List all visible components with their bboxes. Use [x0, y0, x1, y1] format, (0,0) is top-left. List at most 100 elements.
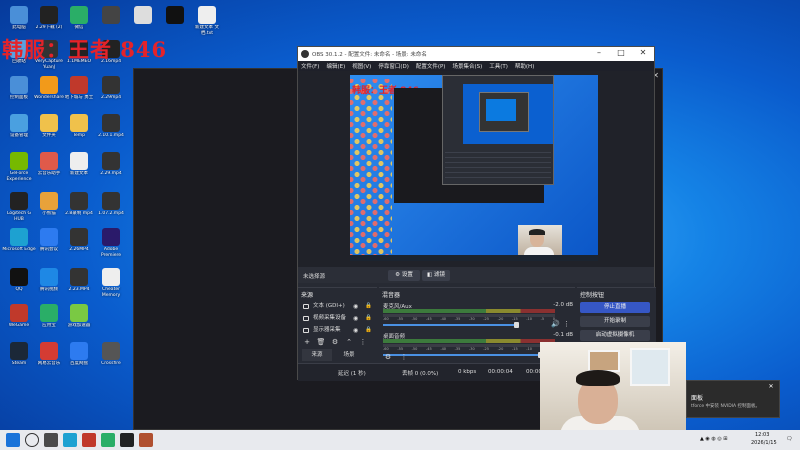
notification-toast[interactable]: ✕ 面板 tforce 中安装 NVIDIA 控制面板。 [686, 380, 780, 418]
windows-start-icon[interactable] [6, 433, 20, 447]
desktop-icon-label: 2.29mp4 [100, 95, 122, 100]
add-source-icon[interactable]: + [302, 337, 312, 347]
close-icon[interactable]: ✕ [636, 48, 650, 57]
more-icon[interactable]: ⋮ [358, 337, 368, 347]
desktop-icon[interactable]: 百度网盘 [64, 340, 94, 374]
app-icon[interactable] [139, 433, 153, 447]
source-item[interactable]: 视频采集设备 ◉ 🔒 [301, 313, 373, 324]
desktop-icon[interactable]: 1.07.2.mp4 [96, 190, 126, 224]
desktop-icon[interactable]: 2.29mp4 [96, 74, 126, 108]
lock-icon[interactable]: 🔒 [365, 301, 372, 312]
tray-icons[interactable]: ▲ ◉ ◍ ◎ ⊞ [700, 436, 727, 442]
gear-icon[interactable]: ⚙ [383, 352, 393, 362]
filters-button[interactable]: ◧ 滤镜 [422, 270, 450, 281]
desktop-icon[interactable]: Temp [64, 112, 94, 146]
control-button[interactable]: 开始录制 [580, 316, 650, 327]
menu-item[interactable]: 帮助(H) [515, 62, 534, 70]
app-icon [102, 76, 120, 94]
tab-scenes[interactable]: 场景 [334, 349, 364, 361]
desktop-icon[interactable]: Microsoft Edge [2, 226, 36, 260]
desktop-icon[interactable]: 控制面板 [4, 74, 34, 108]
menu-item[interactable]: 配置文件(P) [416, 62, 446, 70]
trash-icon[interactable]: 🗑 [316, 337, 326, 347]
desktop-icon[interactable]: 新建文本 [64, 150, 94, 184]
desktop-icon[interactable]: WeGame [4, 302, 34, 336]
app-icon [10, 342, 28, 360]
desktop-icon[interactable]: 文件夹 [34, 112, 64, 146]
eye-icon[interactable]: ◉ [353, 313, 358, 324]
desktop-icon[interactable]: 2.10.1.mp4 [96, 112, 126, 146]
tab-sources[interactable]: 来源 [302, 349, 332, 361]
search-icon[interactable] [25, 433, 39, 447]
desktop-icon-label: 应用宝 [42, 323, 56, 328]
eye-icon[interactable]: ◉ [353, 325, 358, 336]
desktop-icon[interactable] [160, 4, 190, 38]
properties-button[interactable]: ⚙ 设置 [388, 270, 420, 281]
more-icon[interactable]: ⋮ [399, 352, 409, 362]
eye-icon[interactable]: ◉ [353, 301, 358, 312]
app-icon [102, 114, 120, 132]
speaker-icon[interactable]: 🔊 [551, 320, 560, 328]
desktop-icon[interactable]: 网易云音乐 [34, 340, 64, 374]
desktop-icon[interactable]: 新建文本 文档.txt [192, 4, 222, 38]
desktop-icon[interactable]: Crossfire [96, 340, 126, 374]
obs-titlebar[interactable]: OBS 30.1.2 - 配置文件: 未命名 - 场景: 未命名 – □ ✕ [298, 47, 654, 61]
desktop-icon[interactable]: 2.23.MP4 [64, 266, 94, 300]
desktop-icon-label: 2.23.MP4 [68, 287, 90, 292]
menu-item[interactable]: 文件(F) [301, 62, 319, 70]
desktop-icon[interactable]: 游戏加速器 [64, 302, 94, 336]
desktop-icon[interactable]: QQ [4, 266, 34, 300]
obs-taskbar-icon[interactable] [120, 433, 134, 447]
lock-icon[interactable]: 🔒 [365, 313, 372, 324]
chevron-up-icon[interactable]: ⌃ [344, 337, 354, 347]
task-view-icon[interactable] [44, 433, 58, 447]
desktop-icon[interactable]: 微信 [64, 4, 94, 38]
menu-item[interactable]: 编辑(E) [326, 62, 345, 70]
control-button[interactable]: 停止直播 [580, 302, 650, 313]
edge-icon[interactable] [63, 433, 77, 447]
volume-slider-knob[interactable] [513, 322, 519, 328]
desktop-icon[interactable]: Logitech G HUB [4, 190, 34, 224]
desktop-icon[interactable]: Wondershare [34, 74, 64, 108]
desktop-icon[interactable]: Steam [4, 340, 34, 374]
volume-slider[interactable] [383, 324, 516, 326]
minimize-icon[interactable]: – [592, 48, 606, 57]
menu-item[interactable]: 视图(V) [352, 62, 371, 70]
desktop-icon[interactable]: 2.29.mp4 [96, 150, 126, 184]
desktop-icon[interactable]: 此电脑 [4, 4, 34, 38]
desktop-icon[interactable]: 地下城与 勇士 [64, 74, 94, 108]
desktop-icon[interactable]: 腾讯会议 [34, 226, 64, 260]
source-item[interactable]: 文本 (GDI+) ◉ 🔒 [301, 301, 373, 312]
desktop-icon[interactable]: 小熊猫 [34, 190, 64, 224]
desktop-icon[interactable] [128, 4, 158, 38]
obs-preview[interactable]: 韩服：王者 846 [298, 71, 654, 267]
desktop-icon-label: 腾讯视频 [40, 287, 58, 292]
wechat-icon[interactable] [101, 433, 115, 447]
menu-item[interactable]: 停靠窗口(D) [378, 62, 409, 70]
lock-icon[interactable]: 🔒 [365, 325, 372, 336]
scale-tick: -35 [454, 347, 461, 351]
desktop-icon[interactable]: 2.26MP4 [64, 226, 94, 260]
maximize-icon[interactable]: □ [614, 48, 628, 57]
desktop-icon[interactable]: 2.8录制 mp4 [64, 190, 94, 224]
menu-item[interactable]: 场景集合(S) [452, 62, 482, 70]
source-name: 文本 (GDI+) [313, 303, 345, 309]
desktop-icon[interactable]: 设备管理 [4, 112, 34, 146]
source-item[interactable]: 显示器采集 ◉ 🔒 [301, 325, 373, 336]
desktop-icon[interactable]: 2.29下载 (2) [34, 4, 64, 38]
desktop-icon[interactable]: Cheater Memory [96, 266, 126, 300]
desktop-icon[interactable]: 云音乐助手 [34, 150, 64, 184]
desktop-icon[interactable] [96, 4, 126, 38]
menu-item[interactable]: 工具(T) [489, 62, 508, 70]
wegame-icon[interactable] [82, 433, 96, 447]
more-icon[interactable]: ⋮ [563, 320, 570, 328]
desktop-icon[interactable]: GeForce Experience [4, 150, 34, 184]
desktop-icon[interactable]: Adobe Premiere [96, 226, 126, 260]
desktop-icon[interactable]: 应用宝 [34, 302, 64, 336]
gear-icon[interactable]: ⚙ [330, 337, 340, 347]
scale-tick: -20 [497, 317, 504, 321]
close-icon[interactable]: ✕ [767, 383, 775, 391]
notification-icon[interactable]: 🗨 [786, 436, 792, 442]
control-button[interactable]: 启动虚拟摄像机 [580, 330, 650, 341]
desktop-icon[interactable]: 腾讯视频 [34, 266, 64, 300]
